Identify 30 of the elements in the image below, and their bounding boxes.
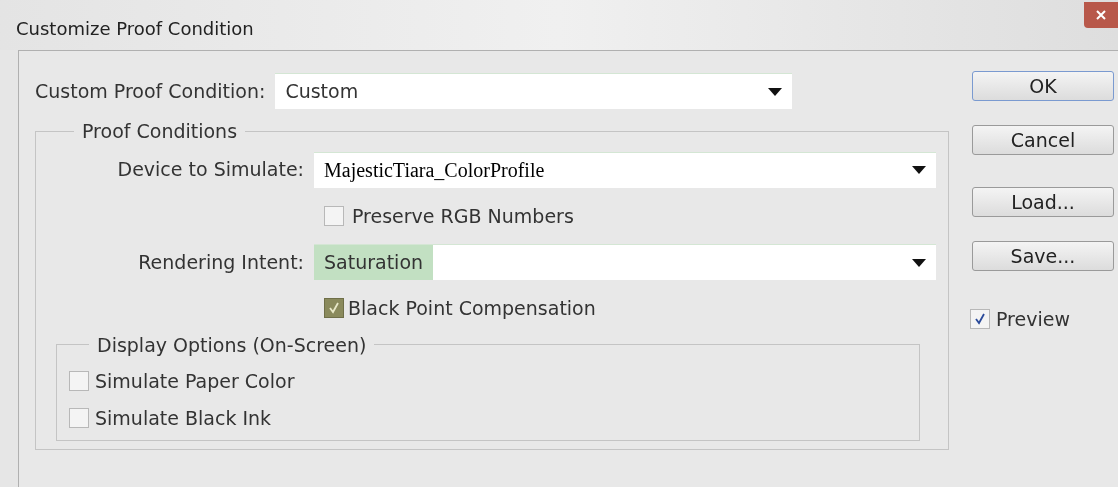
group-title: Display Options (On-Screen) (96, 332, 368, 358)
checkbox[interactable] (970, 309, 990, 330)
checkbox[interactable] (69, 371, 89, 392)
field-label: Device to Simulate: (116, 157, 304, 183)
checkbox[interactable] (324, 298, 344, 319)
checkbox-label: Simulate Black Ink (95, 405, 272, 431)
checkbox[interactable] (69, 407, 89, 428)
caret-icon (912, 258, 926, 267)
window-title: Customize Proof Condition (16, 20, 254, 38)
checkmark-icon (328, 302, 340, 315)
dialog-button[interactable]: Cancel (972, 125, 1114, 155)
field-label: Rendering Intent: (137, 249, 304, 275)
checkmark-icon (974, 313, 986, 326)
checkbox-label: Simulate Paper Color (95, 369, 295, 394)
dropdown[interactable]: MajesticTiara_ColorProfile (314, 151, 936, 188)
close-icon (1096, 10, 1106, 20)
caret-icon (912, 166, 926, 174)
checkbox-label: Preview (996, 307, 1070, 332)
field-label: Custom Proof Condition: (35, 78, 266, 104)
dropdown[interactable]: Custom (275, 73, 793, 109)
group-title: Proof Conditions (81, 119, 239, 144)
dialog-button[interactable]: Load... (972, 187, 1114, 217)
dialog-button[interactable]: OK (972, 71, 1114, 101)
checkbox-label: Black Point Compensation (348, 296, 596, 321)
checkbox-label: Preserve RGB Numbers (352, 203, 574, 229)
checkbox[interactable] (324, 205, 344, 226)
dialog-button[interactable]: Save... (972, 241, 1114, 271)
close-button[interactable] (1084, 2, 1118, 28)
caret-icon (768, 87, 783, 96)
dropdown[interactable]: Saturation (314, 244, 936, 280)
